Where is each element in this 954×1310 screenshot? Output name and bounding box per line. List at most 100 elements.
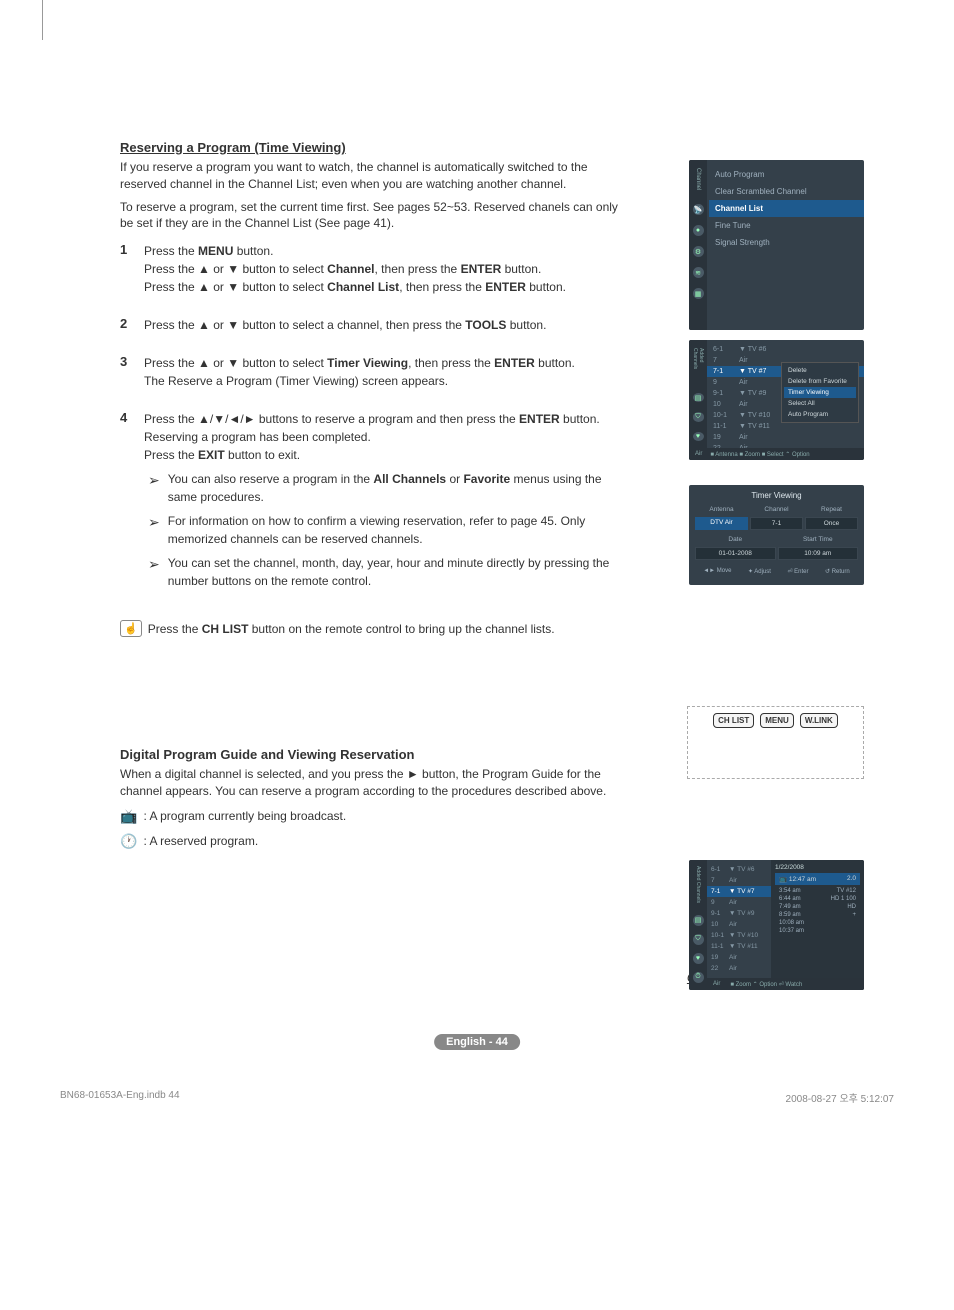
osd1-item: Clear Scrambled Channel: [715, 183, 858, 200]
heart-icon: ♥: [693, 432, 704, 441]
osd4-date: 1/22/2008: [775, 864, 860, 871]
osd-timer-viewing: Timer Viewing Antenna Channel Repeat DTV…: [689, 485, 864, 585]
osd4-row: 22Air: [711, 963, 767, 974]
osd4-row: 7Air: [711, 875, 767, 886]
note-2: ➢ For information on how to confirm a vi…: [148, 512, 620, 548]
signal-icon: ≋: [693, 267, 704, 278]
filter-icon: ⛉: [693, 934, 704, 945]
section2-title: Digital Program Guide and Viewing Reserv…: [120, 747, 620, 762]
note-bullet-icon: ➢: [148, 512, 160, 548]
section1-intro2: To reserve a program, set the current ti…: [120, 199, 620, 233]
osd2-tools-popup: DeleteDelete from FavoriteTimer ViewingS…: [781, 362, 859, 423]
osd4-row: 11-1▼ TV #11: [711, 941, 767, 952]
footer-date: 2008-08-27 오후 5:12:07: [786, 1090, 894, 1105]
clock-icon: 🕐: [120, 833, 137, 850]
step-2-body: Press the ▲ or ▼ button to select a chan…: [144, 316, 620, 334]
osd4-time-hl: 📺 12:47 am 2.0: [775, 873, 860, 885]
osd2-popup-item: Select All: [784, 398, 856, 409]
reserved-icon-row: 🕐 : A reserved program.: [120, 833, 620, 850]
osd2-popup-item: Delete from Favorite: [784, 376, 856, 387]
channel-icon: ●: [693, 225, 704, 236]
osd3-antenna-val: DTV Air: [695, 517, 748, 530]
step-4: 4 Press the ▲/▼/◄/► buttons to reserve a…: [120, 410, 620, 464]
antenna-icon: 📡: [693, 204, 704, 215]
section1-intro1: If you reserve a program you want to wat…: [120, 159, 620, 193]
remote-illustration: CH LIST MENU W.LINK: [687, 706, 864, 779]
osd4-sidebar: Added Channels ▤ ⛉ ♥ ⏱: [689, 860, 707, 990]
osd3-start-val: 10:09 am: [778, 547, 859, 560]
osd4-slot: 8:59 am+: [775, 911, 860, 919]
osd3-repeat-val: Once: [805, 517, 858, 530]
osd2-popup-item: Timer Viewing: [784, 387, 856, 398]
chlist-button: CH LIST: [713, 713, 754, 728]
step-1-body: Press the MENU button. Press the ▲ or ▼ …: [144, 242, 620, 296]
osd2-popup-item: Delete: [784, 365, 856, 376]
remote-hint: ☝ Press the CH LIST button on the remote…: [120, 620, 620, 637]
osd1-item: Fine Tune: [715, 217, 858, 234]
main-column: Reserving a Program (Time Viewing) If yo…: [120, 140, 620, 850]
heart-icon: ♥: [693, 953, 704, 964]
page: Reserving a Program (Time Viewing) If yo…: [0, 0, 954, 1130]
osd4-slot: 7:49 amHD: [775, 903, 860, 911]
step-4-body: Press the ▲/▼/◄/► buttons to reserve a p…: [144, 410, 620, 464]
osd4-row: 10-1▼ TV #10: [711, 930, 767, 941]
page-number-pill: English - 44: [434, 1034, 520, 1050]
section2-intro: When a digital channel is selected, and …: [120, 766, 620, 800]
list-icon: ▤: [693, 915, 704, 926]
osd4-footer: Air ■ Zoom ⌃ Option ⏎ Watch: [707, 978, 864, 990]
notes-list: ➢ You can also reserve a program in the …: [148, 470, 620, 590]
footer-file: BN68-01653A-Eng.indb 44: [60, 1090, 180, 1105]
osd4-row: 6-1▼ TV #6: [711, 864, 767, 875]
note-bullet-icon: ➢: [148, 470, 160, 506]
osd-sidebar: Channel 📡 ● ⚙ ≋ ▦: [689, 160, 707, 330]
osd4-row: 9Air: [711, 897, 767, 908]
osd4-row: 10Air: [711, 919, 767, 930]
osd4-guide: 1/22/2008 📺 12:47 am 2.0 3:54 amTV #126:…: [771, 860, 864, 990]
broadcasting-icon-row: 📺 : A program currently being broadcast.: [120, 808, 620, 825]
gear-icon: ⚙: [693, 246, 704, 257]
osd2-popup-item: Auto Program: [784, 409, 856, 420]
osd2-row: 19Air: [713, 432, 858, 443]
note-1: ➢ You can also reserve a program in the …: [148, 470, 620, 506]
note-bullet-icon: ➢: [148, 554, 160, 590]
osd3-title: Timer Viewing: [695, 491, 858, 500]
step-num-4: 4: [120, 410, 144, 464]
osd-main: Auto ProgramClear Scrambled ChannelChann…: [707, 160, 864, 330]
osd3-channel-val: 7-1: [750, 517, 803, 530]
osd-channel-list: Added Channels ▤ ⛉ ♥ ⏱ 6-1▼ TV #67Air7-1…: [689, 340, 864, 460]
step-3: 3 Press the ▲ or ▼ button to select Time…: [120, 354, 620, 390]
osd1-item: Auto Program: [715, 166, 858, 183]
continued-label: Continued...: [257, 970, 757, 985]
osd2-side-label: Added Channels: [692, 348, 704, 379]
osd4-row: 7-1▼ TV #7: [707, 886, 771, 897]
footer: BN68-01653A-Eng.indb 44 2008-08-27 오후 5:…: [60, 1090, 894, 1105]
osd-program-guide: Added Channels ▤ ⛉ ♥ ⏱ 6-1▼ TV #67Air7-1…: [689, 860, 864, 990]
tv-icon: 📺: [120, 808, 137, 825]
osd-side-label: Channel: [695, 168, 701, 190]
step-num-2: 2: [120, 316, 144, 334]
section1-title: Reserving a Program (Time Viewing): [120, 140, 620, 155]
osd4-slot: 6:44 amHD 1 100: [775, 895, 860, 903]
osd4-list: 6-1▼ TV #67Air7-1▼ TV #79Air9-1▼ TV #910…: [707, 860, 771, 990]
osd3-grid2: Date Start Time 01-01-2008 10:09 am: [695, 534, 858, 560]
step-num-3: 3: [120, 354, 144, 390]
osd1-item: Signal Strength: [715, 234, 858, 251]
osd4-slot: 10:08 am: [775, 919, 860, 927]
step-num-1: 1: [120, 242, 144, 296]
hand-icon: ☝: [120, 620, 142, 637]
filter-icon: ⛉: [693, 412, 704, 421]
osd4-slot: 3:54 amTV #12: [775, 887, 860, 895]
osd1-item: Channel List: [709, 200, 864, 217]
osd3-footer: ◄► Move✦ Adjust⏎ Enter↺ Return: [695, 568, 858, 575]
osd4-row: 19Air: [711, 952, 767, 963]
osd2-footer: Air ■ Antenna ■ Zoom ■ Select ⌃ Option: [689, 448, 864, 460]
wlink-button: W.LINK: [800, 713, 838, 728]
osd3-grid: Antenna Channel Repeat DTV Air 7-1 Once: [695, 504, 858, 530]
osd2-row: 6-1▼ TV #6: [713, 344, 858, 355]
step-1: 1 Press the MENU button. Press the ▲ or …: [120, 242, 620, 296]
menu-button: MENU: [760, 713, 794, 728]
osd2-sidebar: Added Channels ▤ ⛉ ♥ ⏱: [689, 340, 707, 460]
picture-icon: ▦: [693, 288, 704, 299]
osd3-date-val: 01-01-2008: [695, 547, 776, 560]
list-icon: ▤: [693, 393, 704, 402]
